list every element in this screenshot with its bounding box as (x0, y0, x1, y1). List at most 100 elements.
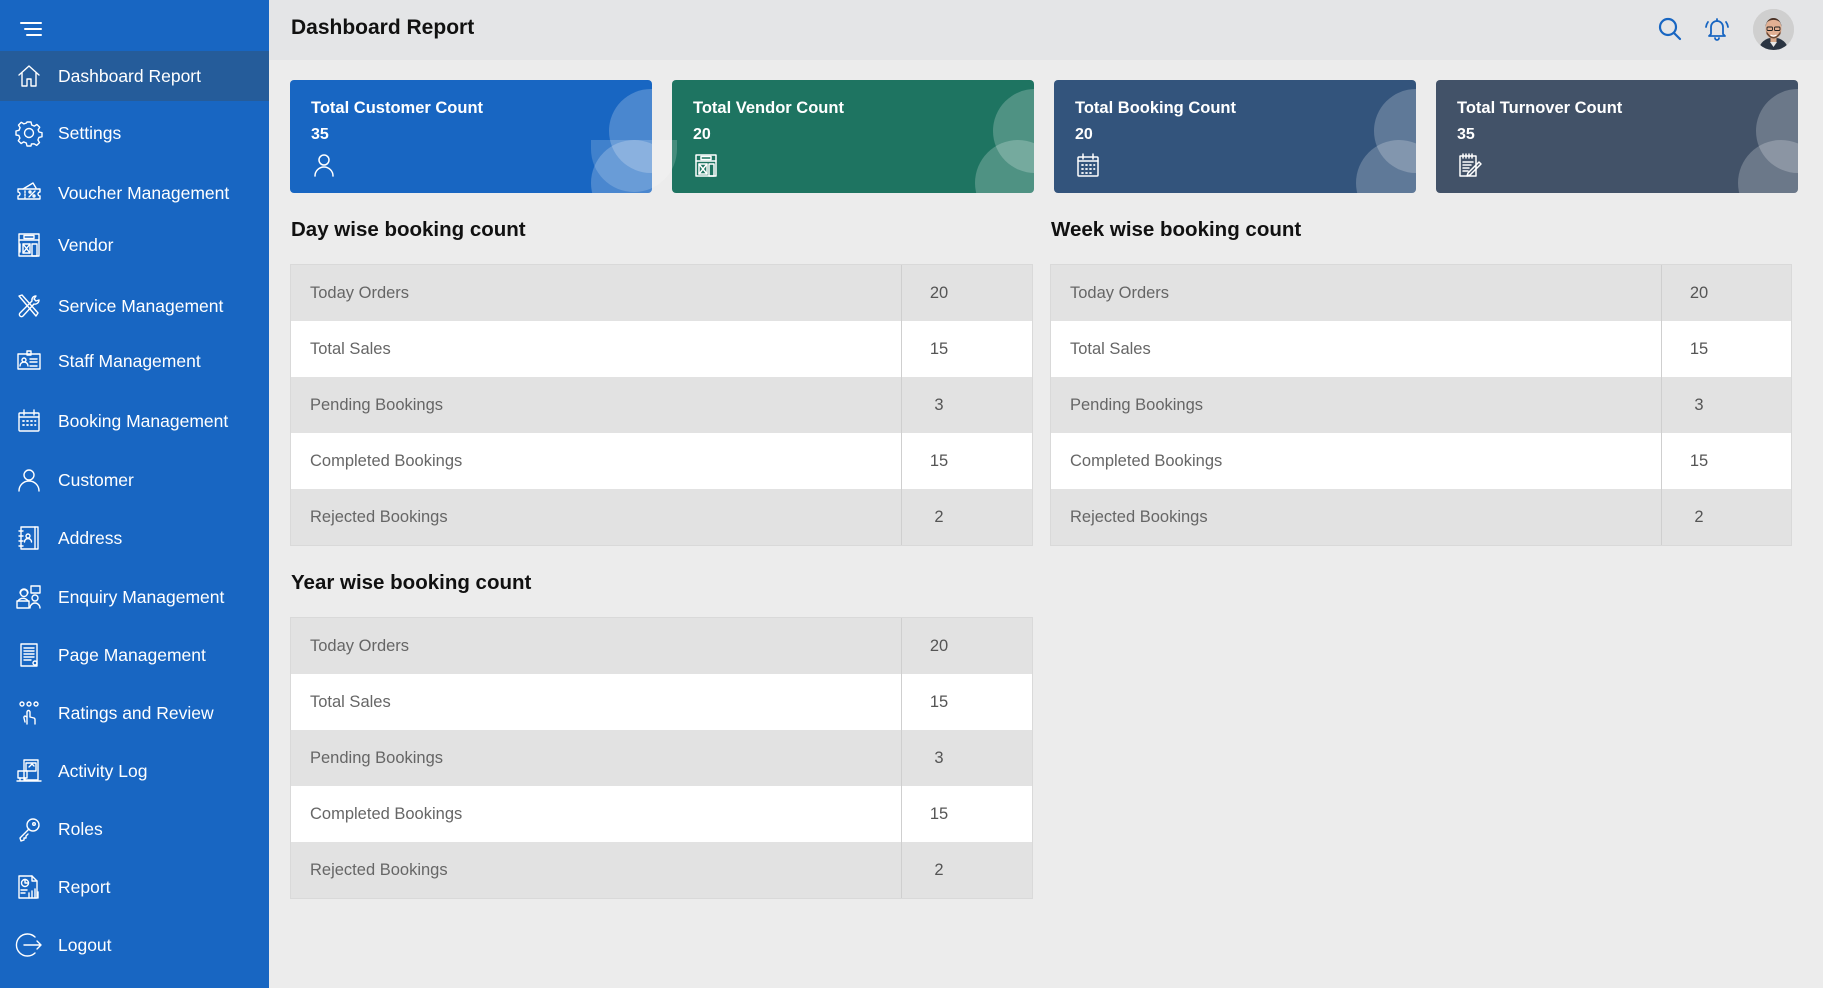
sidebar: Dashboard Report Settings Voucher Manage… (0, 0, 269, 988)
sidebar-item-label: Page Management (58, 644, 206, 665)
stat-title: Total Vendor Count (693, 99, 844, 117)
row-label: Completed Bookings (291, 786, 902, 842)
table-row: Total Sales 15 (291, 321, 1032, 377)
row-value: 20 (929, 636, 949, 655)
day-wise-table: Today Orders 20 Total Sales 15 Pending Boo… (290, 264, 1033, 546)
row-value: 15 (1689, 339, 1709, 358)
row-value: 15 (929, 804, 949, 823)
table-row: Pending Bookings 3 (291, 377, 1032, 433)
sidebar-item-settings[interactable]: Settings (0, 107, 269, 159)
row-label: Pending Bookings (1051, 377, 1662, 433)
sidebar-item-label: Voucher Management (58, 182, 230, 203)
row-label: Rejected Bookings (291, 842, 902, 898)
table-row: Today Orders 20 (1051, 265, 1791, 321)
logout-icon (15, 931, 43, 959)
sidebar-item-booking-management[interactable]: Booking Management (0, 395, 269, 447)
tools-icon (15, 292, 43, 320)
support-agent-icon (15, 583, 43, 611)
key-icon (15, 815, 43, 843)
table-row: Today Orders 20 (291, 618, 1032, 674)
table-row: Completed Bookings 15 (291, 786, 1032, 842)
row-value: 20 (929, 283, 949, 302)
sidebar-item-voucher-management[interactable]: Voucher Management (0, 167, 269, 219)
sidebar-item-service-management[interactable]: Service Management (0, 280, 269, 332)
id-card-icon (15, 347, 43, 375)
row-label: Today Orders (1051, 265, 1662, 321)
calendar-icon (1075, 152, 1101, 178)
row-value: 2 (934, 860, 944, 879)
user-icon (311, 152, 337, 178)
stat-card-turnover: Total Turnover Count 35 (1436, 80, 1798, 193)
sidebar-item-label: Vendor (58, 234, 114, 255)
sidebar-item-label: Report (58, 876, 111, 897)
sidebar-item-label: Customer (58, 469, 134, 490)
table-row: Total Sales 15 (1051, 321, 1791, 377)
row-label: Total Sales (291, 321, 902, 377)
row-label: Total Sales (1051, 321, 1662, 377)
menu-toggle-icon[interactable] (18, 22, 42, 38)
sidebar-item-label: Logout (58, 934, 112, 955)
stat-value: 20 (693, 126, 711, 143)
sidebar-item-label: Dashboard Report (58, 65, 201, 86)
search-icon[interactable] (1655, 14, 1685, 44)
table-row: Today Orders 20 (291, 265, 1032, 321)
avatar[interactable] (1753, 9, 1794, 50)
sidebar-item-label: Booking Management (58, 410, 229, 431)
gear-icon (15, 119, 43, 147)
row-value: 2 (1694, 507, 1704, 526)
row-value: 15 (929, 339, 949, 358)
row-label: Pending Bookings (291, 730, 902, 786)
sidebar-item-label: Service Management (58, 295, 224, 316)
sidebar-item-customer[interactable]: Customer (0, 454, 269, 506)
sidebar-item-activity-log[interactable]: Activity Log (0, 745, 269, 797)
sidebar-item-page-management[interactable]: Page Management (0, 629, 269, 681)
stat-value: 35 (1457, 126, 1475, 143)
user-icon (15, 466, 43, 494)
sidebar-item-report[interactable]: Report (0, 861, 269, 913)
sidebar-item-ratings-and-review[interactable]: Ratings and Review (0, 687, 269, 739)
row-value: 15 (929, 692, 949, 711)
sidebar-item-label: Staff Management (58, 350, 201, 371)
sidebar-item-label: Roles (58, 818, 103, 839)
stat-card-customers: Total Customer Count 35 (290, 80, 652, 193)
table-row: Pending Bookings 3 (291, 730, 1032, 786)
sidebar-item-label: Activity Log (58, 760, 148, 781)
stat-title: Total Booking Count (1075, 99, 1236, 117)
storefront-icon (15, 231, 43, 259)
year-wise-table: Today Orders 20 Total Sales 15 Pending Boo… (290, 617, 1033, 899)
document-icon (15, 641, 43, 669)
stat-card-bookings: Total Booking Count 20 (1054, 80, 1416, 193)
address-book-icon (15, 524, 43, 552)
table-row: Rejected Bookings 2 (1051, 489, 1791, 545)
sidebar-item-roles[interactable]: Roles (0, 803, 269, 855)
week-section-title: Week wise booking count (1051, 218, 1302, 241)
sidebar-item-dashboard-report[interactable]: Dashboard Report (0, 51, 269, 101)
stat-title: Total Customer Count (311, 99, 484, 117)
activity-log-icon (15, 757, 43, 785)
row-value: 15 (1689, 451, 1709, 470)
row-label: Rejected Bookings (1051, 489, 1662, 545)
row-value: 3 (1694, 395, 1704, 414)
sidebar-item-label: Ratings and Review (58, 702, 214, 723)
table-row: Completed Bookings 15 (1051, 433, 1791, 489)
sidebar-item-enquiry-management[interactable]: Enquiry Management (0, 571, 269, 623)
sidebar-item-vendor[interactable]: Vendor (0, 219, 269, 271)
row-value: 2 (934, 507, 944, 526)
home-icon (15, 62, 43, 90)
sidebar-item-staff-management[interactable]: Staff Management (0, 335, 269, 387)
stat-value: 20 (1075, 126, 1093, 143)
row-value: 15 (929, 451, 949, 470)
row-label: Rejected Bookings (291, 489, 902, 545)
sidebar-item-address[interactable]: Address (0, 512, 269, 564)
sidebar-item-label: Enquiry Management (58, 586, 225, 607)
storefront-icon (693, 152, 719, 178)
top-header: Dashboard Report (269, 0, 1823, 60)
sidebar-item-logout[interactable]: Logout (0, 919, 269, 971)
row-label: Completed Bookings (291, 433, 902, 489)
notepad-edit-icon (1457, 152, 1483, 178)
sidebar-item-label: Settings (58, 122, 122, 143)
row-label: Total Sales (291, 674, 902, 730)
rating-hand-icon (15, 699, 43, 727)
bell-icon[interactable] (1702, 14, 1732, 44)
week-wise-table: Today Orders 20 Total Sales 15 Pending Boo… (1050, 264, 1792, 546)
